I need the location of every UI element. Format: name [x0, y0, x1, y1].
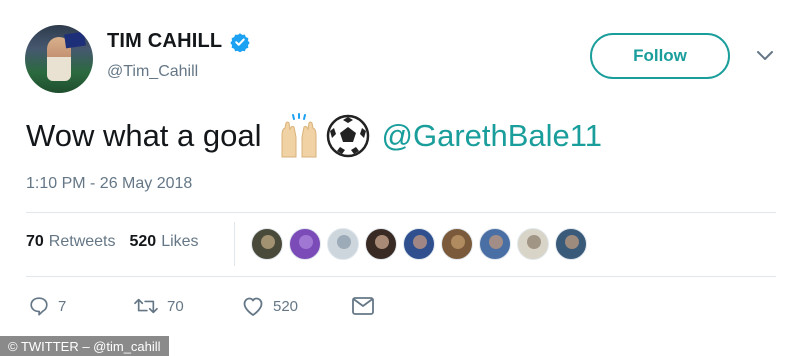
heart-icon — [243, 297, 263, 316]
divider-top — [26, 212, 776, 213]
likes-label: Likes — [161, 233, 199, 250]
watermark: © TWITTER – @tim_cahill — [0, 336, 169, 356]
tweet-stats: 70 Retweets 520 Likes — [26, 233, 199, 251]
soccer-ball-icon — [326, 114, 369, 158]
liker-avatar-4-face — [375, 235, 389, 249]
like-button[interactable]: 520 — [241, 295, 351, 317]
liker-avatar-3-face — [337, 235, 351, 249]
verified-badge-icon — [230, 32, 250, 53]
name-row: TIM CAHILL — [107, 30, 250, 53]
retweets-label: Retweets — [48, 233, 116, 250]
liker-avatar-1[interactable] — [251, 228, 283, 260]
retweet-button[interactable]: 70 — [133, 295, 241, 317]
liker-avatar-5[interactable] — [403, 228, 435, 260]
retweet-icon — [134, 298, 158, 314]
chevron-down-icon[interactable] — [756, 50, 774, 62]
follow-button[interactable]: Follow — [590, 33, 730, 79]
retweets-count: 70 — [26, 233, 44, 250]
liker-avatar-4[interactable] — [365, 228, 397, 260]
tweet-actions: 7 70 520 — [28, 295, 375, 317]
liker-avatar-6-face — [451, 235, 465, 249]
divider-bottom — [26, 276, 776, 277]
reply-button[interactable]: 7 — [28, 295, 133, 317]
reply-icon — [30, 297, 48, 316]
likes-count: 520 — [129, 233, 157, 250]
reply-count: 7 — [58, 297, 67, 315]
envelope-icon — [352, 297, 374, 315]
tweet-text: Wow what a goal @GarethBale11 — [26, 110, 602, 162]
avatar[interactable] — [25, 25, 93, 93]
liker-avatar-6[interactable] — [441, 228, 473, 260]
stats-separator — [234, 222, 235, 266]
liker-avatar-2-face — [299, 235, 313, 249]
retweets-stat[interactable]: 70 Retweets — [26, 233, 116, 251]
liker-avatar-7[interactable] — [479, 228, 511, 260]
like-count: 520 — [273, 297, 299, 315]
liker-avatar-3[interactable] — [327, 228, 359, 260]
avatar-flag — [64, 31, 86, 49]
likes-stat[interactable]: 520 Likes — [130, 233, 199, 251]
handle[interactable]: @Tim_Cahill — [107, 63, 198, 81]
mention-link[interactable]: @GarethBale11 — [382, 118, 602, 154]
liker-avatar-9[interactable] — [555, 228, 587, 260]
retweet-count: 70 — [167, 297, 184, 315]
liker-avatar-8[interactable] — [517, 228, 549, 260]
direct-message-button[interactable] — [351, 296, 375, 316]
liker-avatar-8-face — [527, 235, 541, 249]
tweet-body-text: Wow what a goal — [26, 118, 262, 153]
liker-avatar-5-face — [413, 235, 427, 249]
display-name[interactable]: TIM CAHILL — [107, 30, 222, 53]
tweet-timestamp[interactable]: 1:10 PM - 26 May 2018 — [26, 175, 192, 193]
liker-avatar-9-face — [565, 235, 579, 249]
liker-avatar-2[interactable] — [289, 228, 321, 260]
liker-avatar-1-face — [261, 235, 275, 249]
liker-avatars — [251, 228, 587, 260]
raising-hands-icon — [281, 113, 316, 158]
liker-avatar-7-face — [489, 235, 503, 249]
